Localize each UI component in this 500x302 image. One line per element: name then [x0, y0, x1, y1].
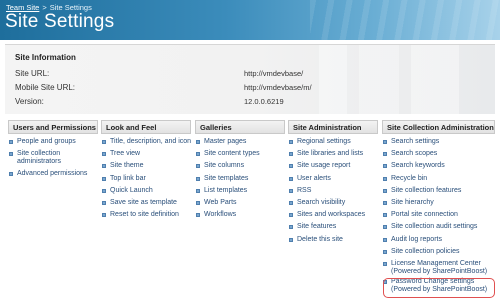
- link-site-features[interactable]: Site features: [288, 223, 378, 231]
- link-title-description-icon[interactable]: Title, description, and icon: [101, 138, 193, 146]
- bullet-icon: [383, 213, 387, 218]
- bullet-icon: [196, 188, 200, 193]
- link-people-and-groups[interactable]: People and groups: [8, 138, 98, 146]
- link-recycle-bin[interactable]: Recycle bin: [382, 175, 495, 183]
- link-tree-view[interactable]: Tree view: [101, 150, 193, 158]
- bullet-icon: [383, 237, 387, 242]
- bullet-icon: [289, 152, 293, 157]
- bullet-icon: [9, 152, 13, 157]
- site-collection-administration-header: Site Collection Administration: [382, 120, 495, 134]
- link-save-site-as-template[interactable]: Save site as template: [101, 199, 193, 207]
- bullet-icon: [102, 200, 106, 205]
- link-rss[interactable]: RSS: [288, 187, 378, 195]
- link-portal-site-connection[interactable]: Portal site connection: [382, 211, 495, 219]
- link-delete-this-site[interactable]: Delete this site: [288, 236, 378, 244]
- bullet-icon: [383, 164, 387, 169]
- bullet-icon: [383, 249, 387, 254]
- link-sites-and-workspaces[interactable]: Sites and workspaces: [288, 211, 378, 219]
- link-user-alerts[interactable]: User alerts: [288, 175, 378, 183]
- link-audit-log-reports[interactable]: Audit log reports: [382, 236, 495, 244]
- link-site-collection-administrators[interactable]: Site collection administrators: [8, 150, 96, 166]
- bullet-icon: [9, 172, 13, 177]
- site-administration-header: Site Administration: [288, 120, 378, 134]
- bullet-icon: [289, 164, 293, 169]
- bullet-icon: [196, 164, 200, 169]
- bullet-icon: [196, 152, 200, 157]
- bullet-icon: [289, 176, 293, 181]
- galleries-header: Galleries: [195, 120, 285, 134]
- link-site-collection-features[interactable]: Site collection features: [382, 187, 495, 195]
- bullet-icon: [102, 140, 106, 144]
- galleries-list: Master pages Site content types Site col…: [195, 138, 285, 223]
- link-license-management-center[interactable]: License Management Center (Powered by Sha…: [382, 260, 495, 276]
- bullet-icon: [383, 261, 387, 266]
- look-and-feel-list: Title, description, and icon Tree view S…: [101, 138, 193, 223]
- users-and-permissions-header: Users and Permissions: [8, 120, 98, 134]
- bullet-icon: [383, 152, 387, 157]
- site-information-heading: Site Information: [15, 53, 76, 62]
- link-search-settings[interactable]: Search settings: [382, 138, 495, 146]
- bullet-icon: [196, 213, 200, 218]
- link-web-parts[interactable]: Web Parts: [195, 199, 285, 207]
- bullet-icon: [383, 140, 387, 144]
- link-search-visibility[interactable]: Search visibility: [288, 199, 378, 207]
- link-workflows[interactable]: Workflows: [195, 211, 285, 219]
- site-collection-administration-list: Search settings Search scopes Search key…: [382, 138, 495, 298]
- mobile-site-url-value: http://vmdevbase/m/: [244, 83, 312, 92]
- version-value: 12.0.0.6219: [244, 97, 284, 106]
- link-master-pages[interactable]: Master pages: [195, 138, 285, 146]
- link-regional-settings[interactable]: Regional settings: [288, 138, 378, 146]
- bullet-icon: [102, 213, 106, 218]
- password-change-highlight: [383, 278, 495, 298]
- bullet-icon: [383, 200, 387, 205]
- bullet-icon: [102, 152, 106, 157]
- bullet-icon: [102, 164, 106, 169]
- link-site-theme[interactable]: Site theme: [101, 162, 193, 170]
- link-site-content-types[interactable]: Site content types: [195, 150, 285, 158]
- link-reset-to-site-definition[interactable]: Reset to site definition: [101, 211, 193, 219]
- bullet-icon: [196, 200, 200, 205]
- site-url-label: Site URL:: [15, 69, 50, 78]
- bullet-icon: [196, 140, 200, 144]
- bullet-icon: [9, 140, 13, 144]
- link-list-templates[interactable]: List templates: [195, 187, 285, 195]
- panel-decoration: [319, 45, 489, 115]
- link-search-keywords[interactable]: Search keywords: [382, 162, 495, 170]
- link-site-hierarchy[interactable]: Site hierarchy: [382, 199, 495, 207]
- mobile-site-url-label: Mobile Site URL:: [15, 83, 76, 92]
- site-information-panel: Site Information Site URL: http://vmdevb…: [5, 44, 495, 115]
- link-site-libraries-and-lists[interactable]: Site libraries and lists: [288, 150, 378, 158]
- link-quick-launch[interactable]: Quick Launch: [101, 187, 193, 195]
- link-top-link-bar[interactable]: Top link bar: [101, 175, 193, 183]
- bullet-icon: [289, 188, 293, 193]
- look-and-feel-header: Look and Feel: [101, 120, 191, 134]
- version-label: Version:: [15, 97, 44, 106]
- bullet-icon: [289, 237, 293, 242]
- bullet-icon: [289, 225, 293, 230]
- bullet-icon: [289, 213, 293, 218]
- link-search-scopes[interactable]: Search scopes: [382, 150, 495, 158]
- link-site-collection-audit-settings[interactable]: Site collection audit settings: [382, 223, 495, 231]
- bullet-icon: [289, 140, 293, 144]
- bullet-icon: [289, 200, 293, 205]
- bullet-icon: [383, 225, 387, 230]
- bullet-icon: [196, 176, 200, 181]
- link-site-templates[interactable]: Site templates: [195, 175, 285, 183]
- page-title: Site Settings: [5, 11, 115, 32]
- link-advanced-permissions[interactable]: Advanced permissions: [8, 170, 98, 178]
- link-site-collection-policies[interactable]: Site collection policies: [382, 248, 495, 256]
- site-url-value: http://vmdevbase/: [244, 69, 304, 78]
- site-administration-list: Regional settings Site libraries and lis…: [288, 138, 378, 248]
- header-decoration: [310, 0, 500, 40]
- link-site-columns[interactable]: Site columns: [195, 162, 285, 170]
- link-site-usage-report[interactable]: Site usage report: [288, 162, 378, 170]
- bullet-icon: [383, 176, 387, 181]
- bullet-icon: [102, 176, 106, 181]
- title-bar: Team Site > Site Settings Site Settings: [0, 0, 500, 40]
- bullet-icon: [383, 188, 387, 193]
- users-and-permissions-list: People and groups Site collection admini…: [8, 138, 98, 183]
- bullet-icon: [102, 188, 106, 193]
